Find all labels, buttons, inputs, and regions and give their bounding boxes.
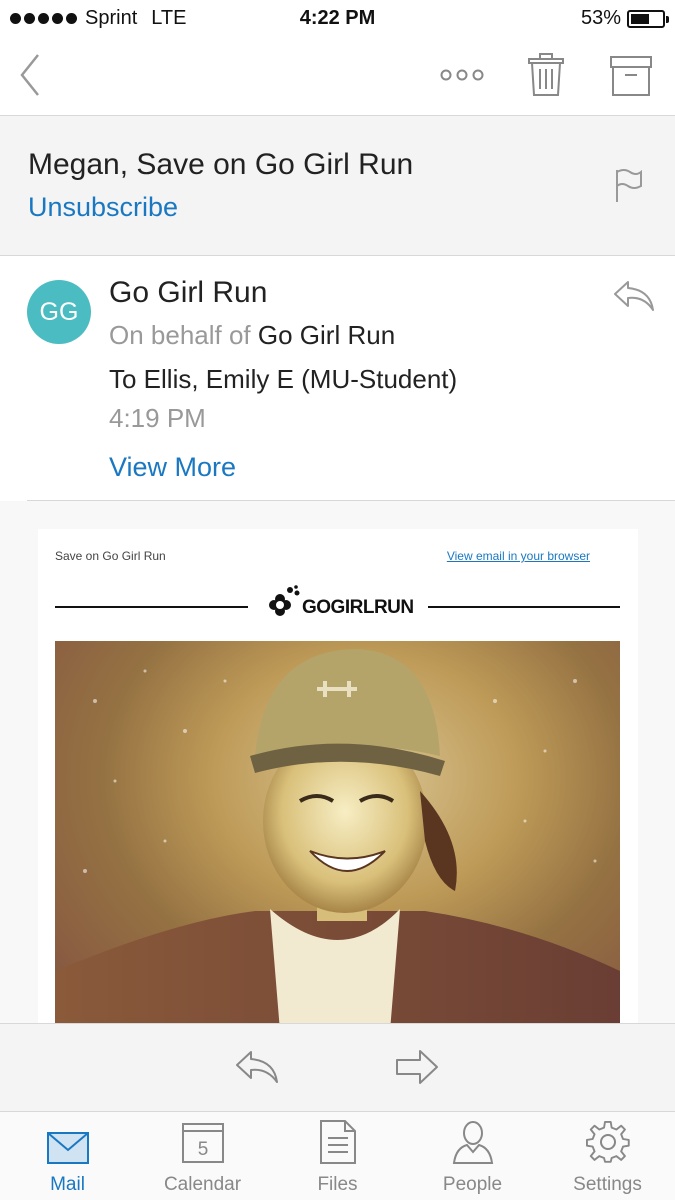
view-in-browser-link[interactable]: View email in your browser bbox=[447, 549, 590, 563]
sender-block: GG Go Girl Run On behalf of Go Girl Run … bbox=[0, 256, 675, 501]
unsubscribe-link[interactable]: Unsubscribe bbox=[28, 192, 178, 223]
back-button[interactable] bbox=[10, 50, 50, 100]
on-behalf-prefix: On behalf of bbox=[109, 320, 251, 350]
reply-forward-bar bbox=[0, 1023, 675, 1111]
avatar[interactable]: GG bbox=[27, 280, 91, 344]
calendar-icon: 5 bbox=[181, 1123, 224, 1163]
email-body: Save on Go Girl Run View email in your b… bbox=[0, 501, 675, 1023]
email-subject: Megan, Save on Go Girl Run bbox=[28, 148, 414, 181]
flower-logo-icon bbox=[269, 585, 300, 616]
trash-icon bbox=[528, 53, 564, 96]
archive-icon bbox=[610, 56, 652, 96]
recipient-line: To Ellis, Emily E (MU-Student) bbox=[109, 364, 458, 394]
tab-mail-label: Mail bbox=[50, 1174, 85, 1195]
tab-files-label: Files bbox=[317, 1174, 358, 1195]
settings-icon bbox=[585, 1120, 630, 1163]
tab-mail[interactable]: Mail bbox=[0, 1112, 135, 1200]
logo-text: GOGIRLRUN bbox=[302, 597, 414, 618]
sender-name[interactable]: Go Girl Run bbox=[109, 276, 267, 310]
tab-bar: Mail 5 Calendar Files People Settings bbox=[0, 1111, 675, 1200]
header-rule-left bbox=[55, 606, 248, 608]
quick-reply-button[interactable] bbox=[612, 278, 656, 319]
on-behalf-name: Go Girl Run bbox=[257, 320, 396, 350]
more-horizontal-icon bbox=[440, 69, 484, 81]
status-time: 4:22 PM bbox=[299, 7, 376, 29]
chevron-left-icon bbox=[20, 54, 39, 96]
tab-settings[interactable]: Settings bbox=[540, 1112, 675, 1200]
mail-icon bbox=[46, 1132, 89, 1164]
view-more-link[interactable]: View More bbox=[109, 452, 236, 483]
people-icon bbox=[452, 1121, 493, 1164]
email-preheader: Save on Go Girl Run bbox=[55, 549, 166, 563]
calendar-day: 5 bbox=[197, 1139, 208, 1160]
status-bar: Sprint LTE 4:22 PM 53% bbox=[0, 0, 675, 38]
forward-icon bbox=[396, 1050, 438, 1084]
forward-button[interactable] bbox=[394, 1048, 442, 1088]
sent-time: 4:19 PM bbox=[109, 403, 206, 433]
tab-settings-label: Settings bbox=[573, 1174, 642, 1195]
tab-people[interactable]: People bbox=[405, 1112, 540, 1200]
reply-button[interactable] bbox=[234, 1048, 282, 1088]
flag-icon bbox=[616, 169, 642, 202]
reply-icon bbox=[236, 1051, 278, 1083]
status-right: 53% bbox=[580, 7, 669, 30]
hero-image bbox=[55, 641, 620, 1023]
tab-people-label: People bbox=[442, 1174, 503, 1195]
subject-area: Megan, Save on Go Girl Run Unsubscribe bbox=[0, 116, 675, 256]
header-rule-right bbox=[428, 606, 620, 608]
on-behalf-line: On behalf of Go Girl Run bbox=[109, 320, 395, 351]
tab-files[interactable]: Files bbox=[270, 1112, 405, 1200]
runner-photo bbox=[55, 641, 620, 1023]
battery-icon bbox=[627, 9, 669, 28]
message-toolbar bbox=[0, 38, 675, 116]
archive-button[interactable] bbox=[608, 50, 654, 100]
tab-calendar-label: Calendar bbox=[163, 1174, 242, 1195]
tab-calendar[interactable]: 5 Calendar bbox=[135, 1112, 270, 1200]
battery-percent: 53% bbox=[580, 7, 621, 29]
files-icon bbox=[319, 1120, 356, 1164]
flag-button[interactable] bbox=[612, 168, 644, 209]
gogirlrun-logo: GOGIRLRUN bbox=[266, 585, 414, 619]
email-card: Save on Go Girl Run View email in your b… bbox=[38, 529, 638, 1023]
more-button[interactable] bbox=[436, 60, 488, 90]
reply-icon bbox=[614, 281, 654, 311]
delete-button[interactable] bbox=[526, 50, 566, 100]
